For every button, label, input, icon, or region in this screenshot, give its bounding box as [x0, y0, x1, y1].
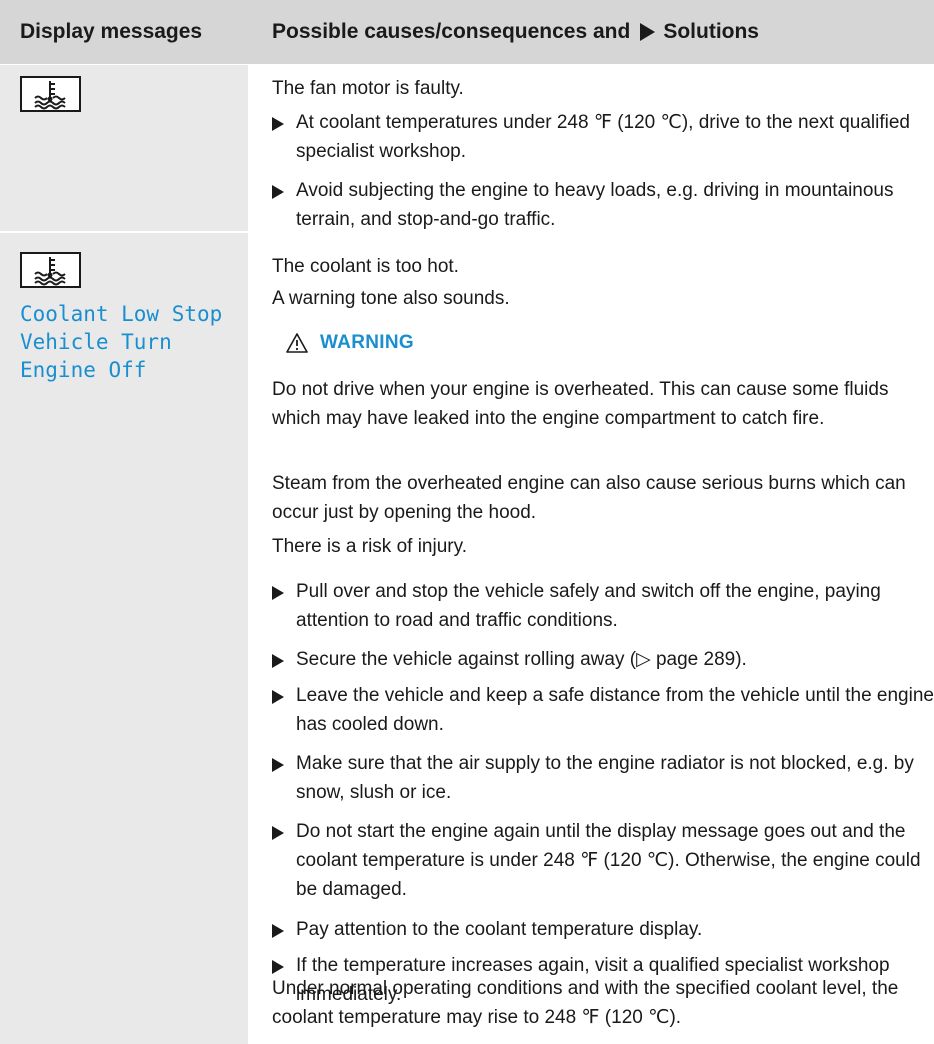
list-item: Avoid subjecting the engine to heavy loa… — [272, 176, 934, 234]
bullet-arrow-icon — [272, 586, 284, 600]
warning-heading: WARNING — [286, 328, 414, 357]
bullet-arrow-icon — [272, 185, 284, 199]
bullet-arrow-icon — [272, 758, 284, 772]
header-display-messages: Display messages — [20, 20, 203, 43]
bullet-arrow-icon — [272, 690, 284, 704]
display-message-text: Coolant Low Stop Vehicle Turn Engine Off — [20, 302, 223, 382]
warning-text-2: Steam from the overheated engine can als… — [272, 473, 906, 523]
list-item: Pull over and stop the vehicle safely an… — [272, 577, 934, 635]
header-causes-label: Possible causes/consequences and — [272, 20, 631, 43]
row2-cause: The coolant is too hot. — [272, 256, 459, 277]
row2-tone: A warning tone also sounds. — [272, 288, 510, 309]
bullet-arrow-icon — [272, 826, 284, 840]
warning-text-3: There is a risk of injury. — [272, 536, 467, 557]
row1-content: The fan motor is faulty. At coolant temp… — [272, 68, 934, 230]
header-solutions-label: Solutions — [663, 20, 759, 43]
bullet-arrow-icon — [272, 924, 284, 938]
bullet-arrow-icon — [272, 117, 284, 131]
list-item: Leave the vehicle and keep a safe distan… — [272, 681, 934, 739]
coolant-temperature-icon — [20, 76, 81, 112]
solution-arrow-icon — [640, 23, 656, 41]
list-item: Do not start the engine again until the … — [272, 817, 934, 904]
list-item: Secure the vehicle against rolling away … — [272, 645, 934, 674]
warning-label: WARNING — [320, 332, 414, 353]
row2-content: The coolant is too hot. A warning tone a… — [272, 236, 934, 1044]
header-causes-solutions: Possible causes/consequences and Solutio… — [272, 20, 759, 44]
list-item: At coolant temperatures under 248 ℉ (120… — [272, 108, 934, 166]
table-header: Display messages Possible causes/consequ… — [0, 0, 934, 64]
coolant-temperature-icon — [20, 252, 81, 288]
warning-triangle-icon — [286, 332, 308, 353]
warning-text-1: Do not drive when your engine is overhea… — [272, 379, 889, 429]
list-item: Make sure that the air supply to the eng… — [272, 749, 934, 807]
list-item: Pay attention to the coolant temperature… — [272, 915, 934, 944]
bullet-arrow-icon — [272, 960, 284, 974]
row1-cause: The fan motor is faulty. — [272, 78, 464, 99]
row2-note: Under normal operating conditions and wi… — [272, 978, 899, 1028]
bullet-arrow-icon — [272, 654, 284, 668]
